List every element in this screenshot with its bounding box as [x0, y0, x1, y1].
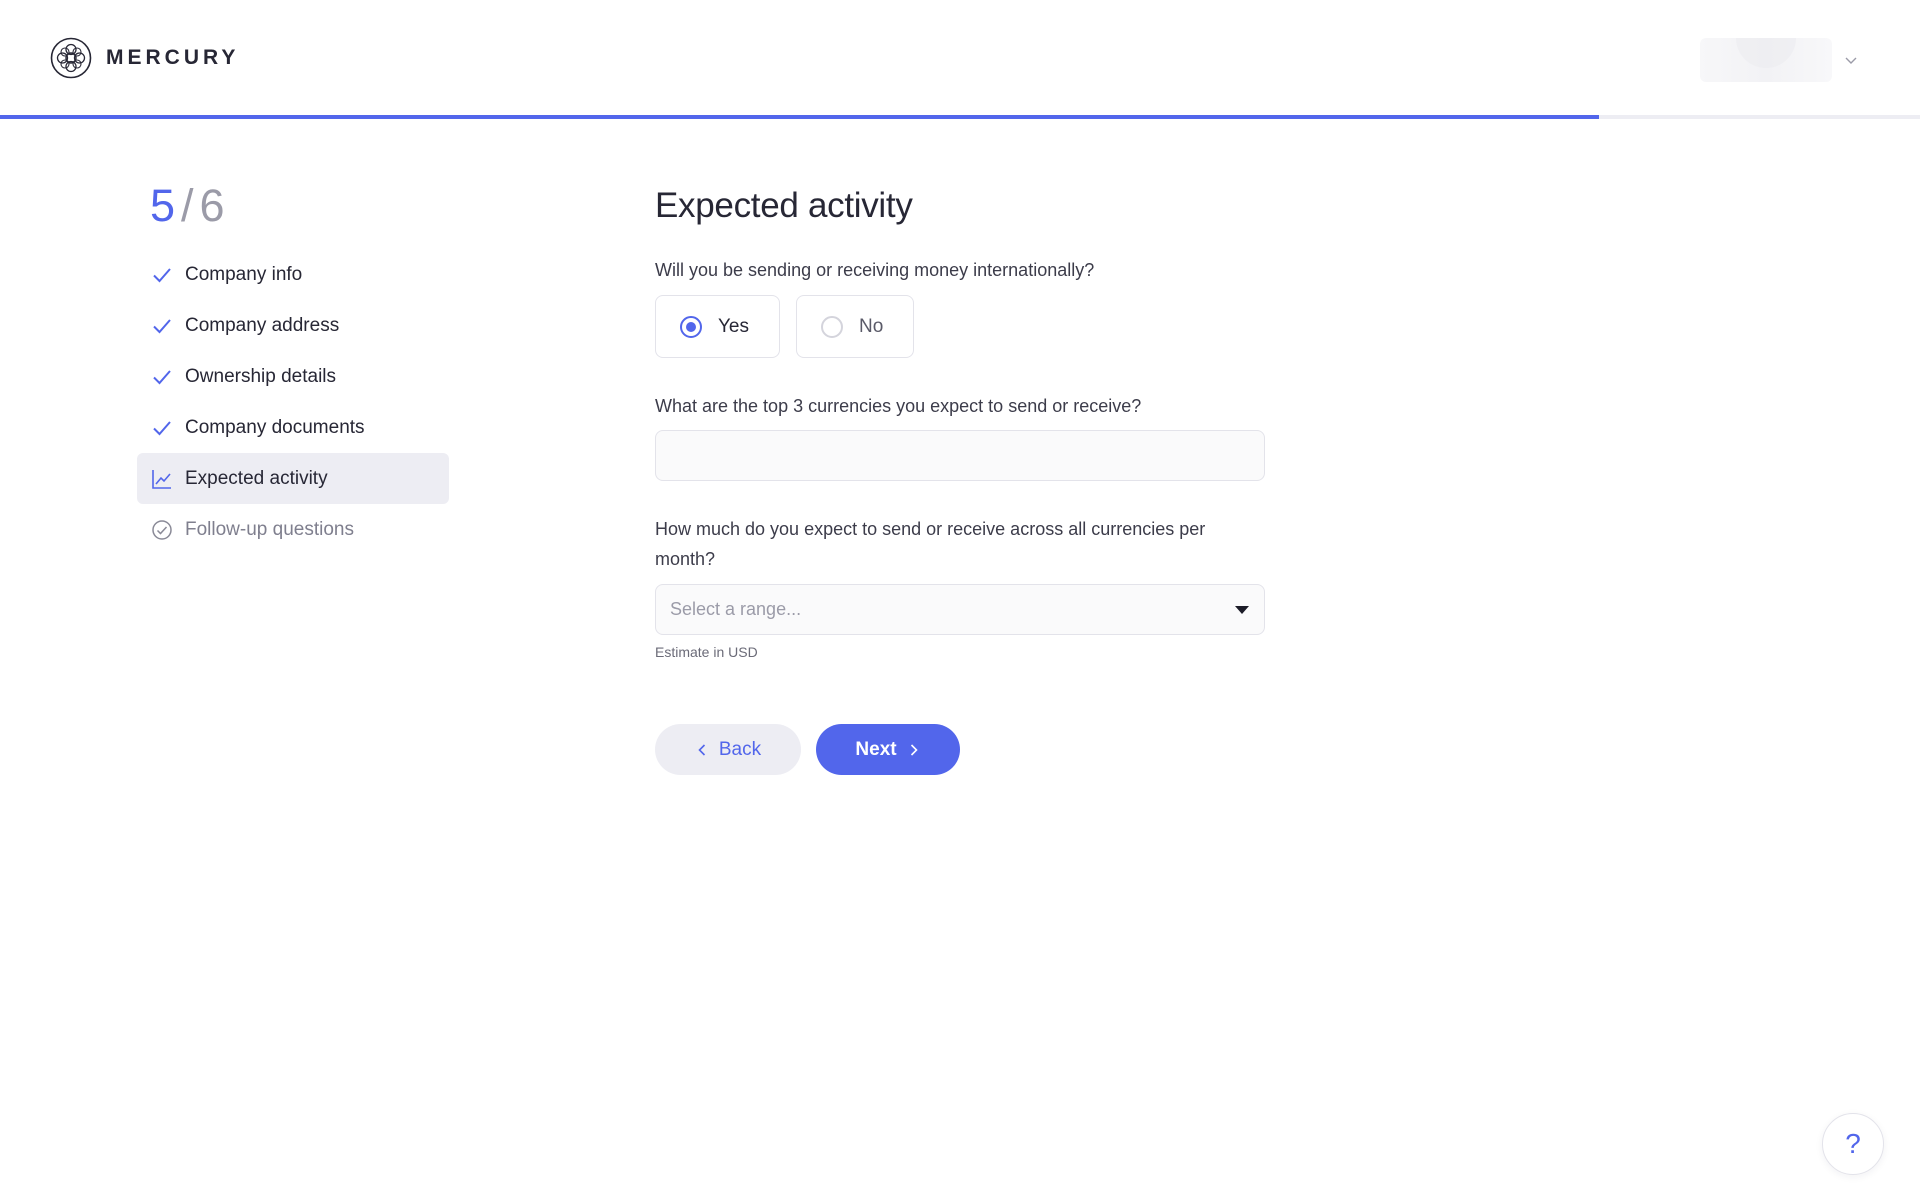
volume-hint: Estimate in USD — [655, 644, 758, 660]
step-follow-up-questions[interactable]: Follow-up questions — [137, 504, 449, 555]
volume-question: How much do you expect to send or receiv… — [655, 519, 1206, 569]
step-expected-activity[interactable]: Expected activity — [137, 453, 449, 504]
step-label: Company info — [185, 263, 303, 285]
next-button[interactable]: Next — [816, 724, 960, 775]
expected-activity-form: Expected activity Will you be sending or… — [655, 186, 1265, 775]
check-icon — [151, 417, 173, 439]
step-current: 5 — [150, 180, 176, 231]
check-icon — [151, 264, 173, 286]
chevron-down-icon[interactable] — [1844, 53, 1858, 67]
chart-line-icon — [151, 468, 173, 490]
help-button[interactable]: ? — [1822, 1113, 1884, 1175]
currencies-question: What are the top 3 currencies you expect… — [655, 396, 1142, 416]
step-counter: 5/6 — [150, 180, 225, 232]
radio-unselected-icon — [821, 315, 843, 338]
form-actions: Back Next — [655, 724, 1265, 775]
help-icon: ? — [1845, 1128, 1861, 1159]
back-button-label: Back — [718, 738, 762, 760]
account-menu[interactable] — [1700, 38, 1858, 82]
mercury-logo-icon — [50, 37, 92, 79]
step-separator: / — [181, 180, 194, 231]
radio-yes[interactable]: Yes — [655, 295, 780, 358]
radio-yes-label: Yes — [718, 315, 749, 337]
back-button[interactable]: Back — [655, 724, 801, 775]
progress-fill — [0, 115, 1600, 119]
brand-name: MERCURY — [106, 46, 240, 69]
mercury-logo[interactable]: MERCURY — [50, 37, 239, 79]
next-button-label: Next — [855, 738, 897, 760]
circle-check-icon — [151, 519, 173, 541]
step-list: Company info Company address Ownership d… — [137, 249, 449, 555]
check-icon — [151, 315, 173, 337]
step-company-documents[interactable]: Company documents — [137, 402, 449, 453]
account-avatar[interactable] — [1700, 38, 1832, 82]
currencies-input[interactable] — [655, 430, 1265, 481]
step-label: Ownership details — [185, 365, 337, 387]
step-label: Follow-up questions — [185, 518, 354, 540]
radio-no-label: No — [859, 315, 884, 337]
step-ownership-details[interactable]: Ownership details — [137, 351, 449, 402]
volume-range-select[interactable]: Select a range... — [655, 584, 1265, 635]
volume-range-placeholder: Select a range... — [670, 599, 802, 619]
step-label: Expected activity — [185, 467, 328, 489]
step-label: Company documents — [185, 416, 365, 438]
step-label: Company address — [185, 314, 340, 336]
onboarding-progress-bar — [0, 115, 1920, 119]
chevron-left-icon — [698, 743, 705, 756]
international-radio-group: Yes No — [655, 295, 1265, 358]
check-icon — [151, 366, 173, 388]
chevron-right-icon — [910, 743, 918, 756]
caret-down-icon — [1235, 605, 1249, 614]
top-header: MERCURY — [0, 0, 1920, 119]
step-total: 6 — [199, 180, 225, 231]
page-title: Expected activity — [655, 186, 913, 225]
radio-selected-icon — [680, 315, 702, 338]
step-company-info[interactable]: Company info — [137, 249, 449, 300]
radio-no[interactable]: No — [796, 295, 915, 358]
step-company-address[interactable]: Company address — [137, 300, 449, 351]
international-question: Will you be sending or receiving money i… — [655, 260, 1095, 280]
